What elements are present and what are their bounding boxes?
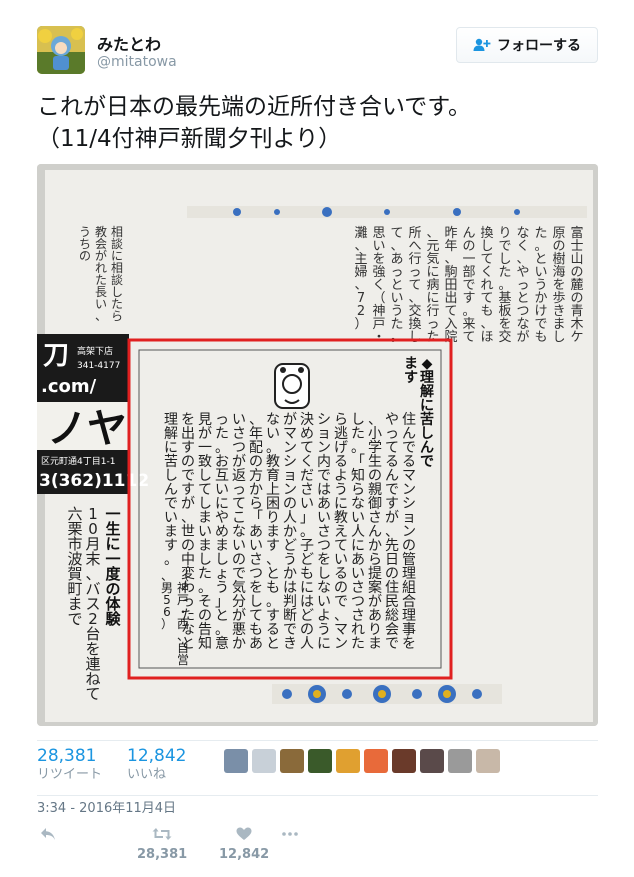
article-body: か [232, 636, 246, 652]
left-article-text: て [85, 685, 100, 703]
liker-avatar[interactable] [280, 749, 304, 773]
upper-article-text: し [552, 330, 565, 345]
ad-address: 区元町通4丁目1-1 [41, 456, 115, 467]
article-body: 意 [215, 635, 229, 652]
retweet-count: 28,381 [37, 746, 97, 766]
like-label: いいね [127, 767, 167, 782]
left-small-text: 、 [95, 309, 107, 323]
retweet-action-count: 28,381 [137, 847, 188, 862]
upper-article-text: た [426, 330, 439, 345]
tweet-line: （11/4付神戸新聞夕刊より） [37, 126, 342, 152]
ad-web: .com/ [41, 376, 97, 397]
like-action-count: 12,842 [219, 847, 270, 862]
liker-avatar[interactable] [336, 749, 360, 773]
liker-avatar[interactable] [308, 749, 332, 773]
newspaper-photo: 刀 高架下店 341-4177 .com/ ノヤ 区元町通4丁目1-1 3(36… [37, 164, 598, 726]
tweet-photo[interactable]: 刀 高架下店 341-4177 .com/ ノヤ 区元町通4丁目1-1 3(36… [37, 164, 598, 726]
article-body: あ [249, 636, 263, 652]
ad-brand: ノヤ [47, 406, 127, 452]
left-article-heading: 験 [105, 610, 121, 628]
like-count: 12,842 [127, 746, 187, 766]
liker-avatar[interactable] [364, 749, 388, 773]
article-body: 。 [164, 552, 178, 568]
liker-avatars [224, 749, 500, 773]
article-body: で [385, 636, 399, 652]
ad-phone: 3(362)1112 [39, 471, 149, 491]
article-body: き [283, 636, 297, 652]
left-article-text: で [67, 610, 82, 628]
illustration-icon [274, 363, 310, 409]
tweet-line: これが日本の最先端の近所付き合いです。 [37, 94, 472, 120]
left-small-text: ら [111, 309, 123, 323]
liker-avatar[interactable] [476, 749, 500, 773]
tweet-actions: 28,381 12,842 [37, 826, 598, 866]
tweet-header: みたとわ @mitatowa フォローする [37, 26, 598, 76]
article-byline: 営 [177, 653, 189, 667]
article-heading: で [420, 454, 434, 470]
upper-article-text: て [462, 330, 475, 345]
user-handle[interactable]: @mitatowa [97, 54, 177, 70]
upper-article-text: し [408, 330, 421, 345]
like-button[interactable]: 12,842 [219, 826, 269, 862]
retweet-label: リツイート [37, 767, 103, 782]
article-body: た [351, 636, 365, 652]
add-user-icon [473, 38, 491, 52]
retweet-stat[interactable]: 28,381 リツイート [37, 746, 102, 784]
upper-article-text: 交 [498, 329, 511, 345]
reply-icon [40, 826, 56, 845]
heart-icon [236, 826, 252, 845]
liker-avatar[interactable] [392, 749, 416, 773]
follow-label: フォローする [497, 38, 581, 54]
ad-subtitle: 高架下店 [77, 345, 113, 357]
avatar[interactable] [37, 26, 85, 74]
article-body: と [266, 636, 280, 652]
article-body: に [317, 636, 331, 652]
article-body: ン [334, 636, 348, 652]
liker-avatar[interactable] [448, 749, 472, 773]
left-small-text: の [79, 249, 91, 263]
article-body: 人 [300, 636, 314, 652]
article-byline: ） [161, 617, 173, 631]
article-heading: す [404, 370, 418, 386]
follow-button[interactable]: フォローする [456, 27, 598, 63]
article-body: 知 [198, 635, 212, 652]
ad-title: 刀 [43, 341, 69, 371]
more-icon [281, 826, 299, 845]
timestamp[interactable]: 3:34 - 2016年11月4日 [37, 797, 176, 816]
ad-phone-small: 341-4177 [77, 361, 120, 371]
reply-button[interactable] [40, 826, 56, 845]
retweet-button[interactable]: 28,381 [137, 826, 187, 862]
upper-article-text: 。 [390, 330, 403, 345]
liker-avatar[interactable] [224, 749, 248, 773]
user-name[interactable]: みたとわ [97, 31, 161, 55]
more-button[interactable] [281, 826, 299, 845]
article-body: を [402, 636, 416, 652]
like-stat[interactable]: 12,842 いいね [127, 746, 186, 784]
upper-article-text: も [534, 330, 547, 345]
upper-article-text: が [516, 330, 529, 345]
upper-article-text: ） [354, 317, 367, 332]
article-body: ま [368, 636, 382, 652]
upper-article-text: ・ [372, 330, 385, 345]
tweet-text: これが日本の最先端の近所付き合いです。 （11/4付神戸新聞夕刊より） [37, 91, 598, 155]
liker-avatar[interactable] [252, 749, 276, 773]
tweet-stats: 28,381 リツイート 12,842 いいね [37, 740, 598, 796]
upper-article-text: ケ [570, 330, 583, 345]
retweet-icon [152, 826, 172, 845]
upper-article-text: ほ [480, 330, 493, 345]
liker-avatar[interactable] [420, 749, 444, 773]
